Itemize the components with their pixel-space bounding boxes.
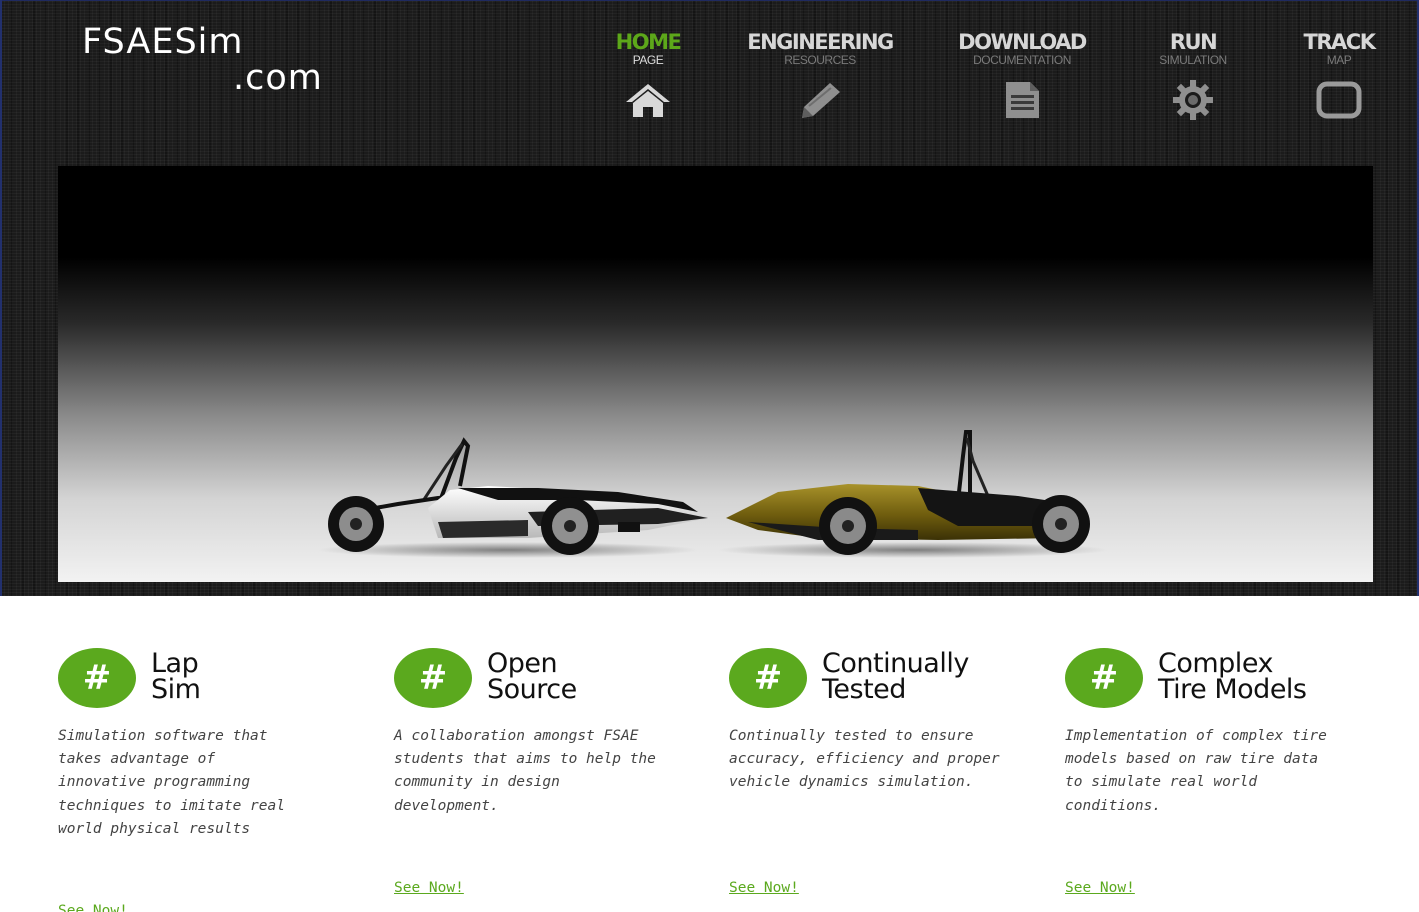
site-logo[interactable]: FSAESim .com (82, 22, 352, 102)
nav-download-title: DOWNLOAD (958, 30, 1087, 54)
nav-home[interactable]: HOME PAGE (602, 30, 694, 120)
gear-icon (1173, 80, 1213, 120)
nav-download-subtitle: DOCUMENTATION (973, 53, 1071, 67)
see-now-link[interactable]: See Now! (729, 880, 849, 896)
feature-title-line2: Tested (822, 674, 906, 705)
hash-badge-icon: # (58, 648, 136, 708)
document-icon (1006, 82, 1039, 118)
feature-description: A collaboration amongst FSAE students th… (394, 728, 656, 814)
nav-run-subtitle: SIMULATION (1159, 53, 1227, 67)
feature-title-line2: Sim (151, 674, 201, 705)
see-now-link[interactable]: See Now! (394, 880, 514, 896)
nav-engineering[interactable]: ENGINEERING RESOURCES (744, 30, 896, 120)
see-now-link[interactable]: See Now! (1065, 880, 1185, 896)
nav-track-title: TRACK (1303, 30, 1376, 54)
feature-title-line2: Source (487, 674, 577, 705)
hash-badge-icon: # (729, 648, 807, 708)
feature-description: Continually tested to ensure accuracy, e… (729, 728, 1000, 791)
feature-title: Open Source (487, 650, 707, 705)
feature-title-line2: Tire Models (1158, 674, 1307, 705)
feature-description: Implementation of complex tire models ba… (1065, 728, 1327, 814)
feature-title: Complex Tire Models (1158, 650, 1378, 705)
hero-image (58, 166, 1373, 582)
track-icon (1316, 81, 1362, 119)
feature-title: Lap Sim (151, 650, 371, 705)
hash-badge-icon: # (394, 648, 472, 708)
right-car (726, 430, 1090, 555)
formula-cars-illustration (318, 430, 1108, 558)
logo-text-line1: FSAESim (82, 22, 244, 62)
feature-title: Continually Tested (822, 650, 1042, 705)
left-car (328, 437, 708, 555)
nav-run[interactable]: RUN SIMULATION (1146, 30, 1240, 120)
nav-home-title: HOME (615, 30, 682, 54)
logo-text-line2: .com (233, 58, 323, 98)
nav-track[interactable]: TRACK MAP (1296, 30, 1382, 120)
home-icon (626, 84, 670, 117)
hash-badge-icon: # (1065, 648, 1143, 708)
pencil-icon (802, 83, 840, 118)
nav-engineering-title: ENGINEERING (747, 30, 894, 54)
nav-home-subtitle: PAGE (632, 53, 664, 67)
feature-description: Simulation software that takes advantage… (58, 728, 285, 837)
see-now-link[interactable]: See Now! (58, 903, 178, 912)
nav-run-title: RUN (1169, 30, 1218, 54)
nav-track-subtitle: MAP (1326, 53, 1352, 67)
features-section: # Lap Sim Simulation software that takes… (0, 596, 1419, 912)
nav-engineering-subtitle: RESOURCES (784, 53, 856, 67)
nav-download[interactable]: DOWNLOAD DOCUMENTATION (952, 30, 1092, 120)
